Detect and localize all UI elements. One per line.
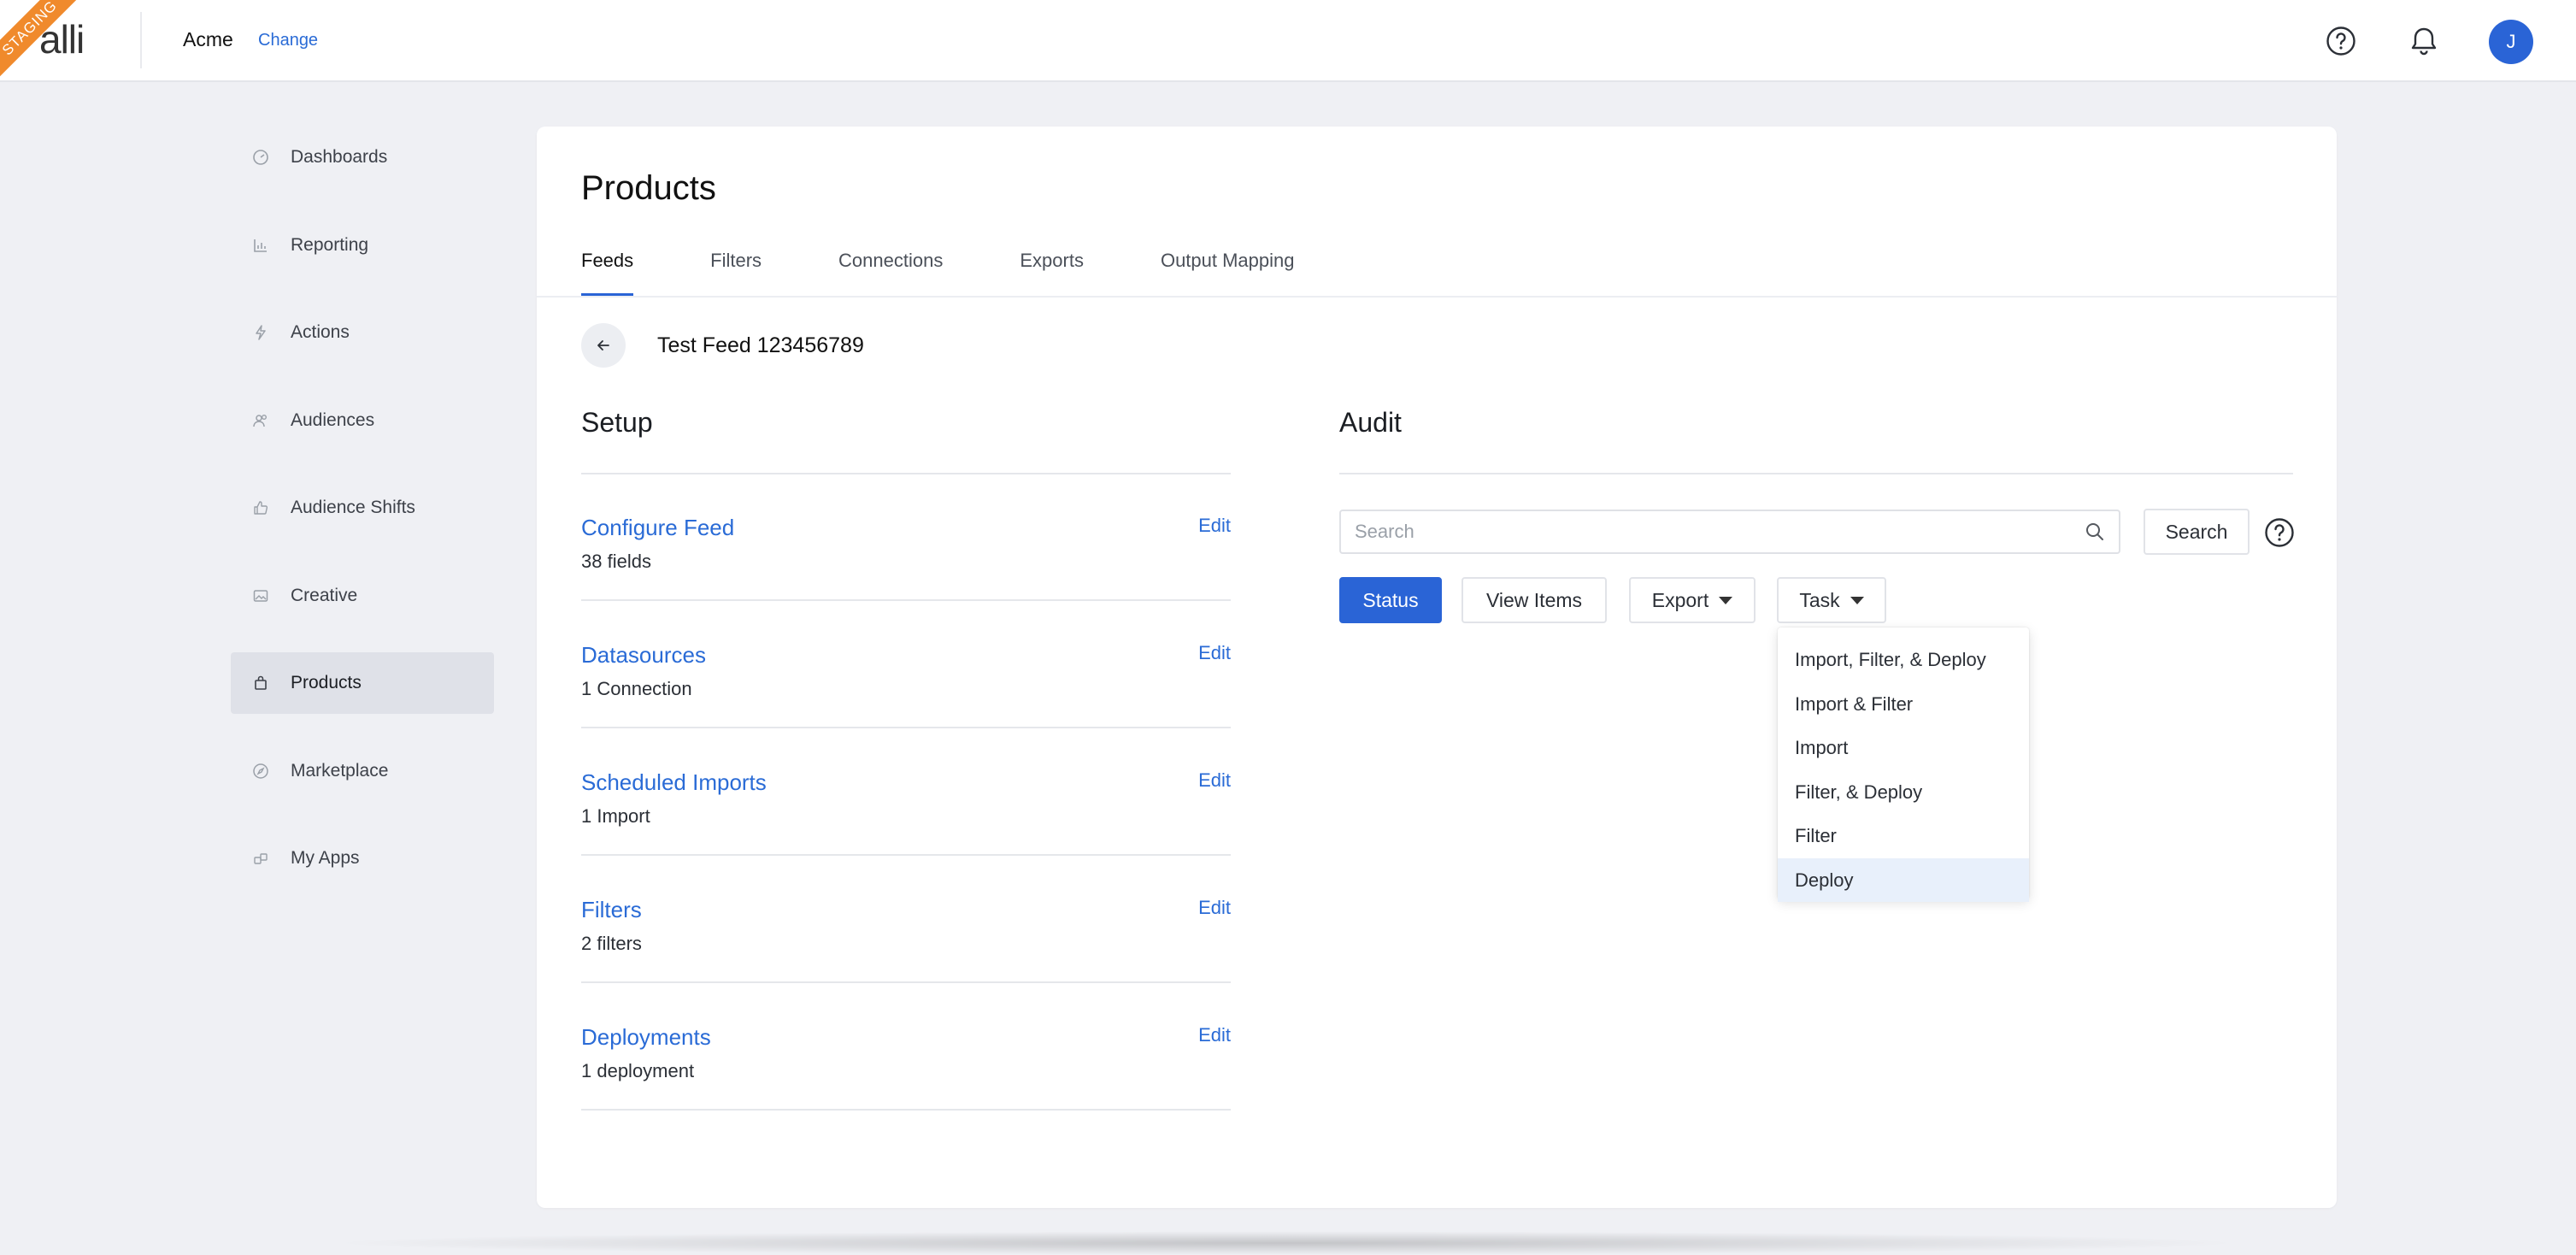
deployments-link[interactable]: Deployments xyxy=(581,1024,711,1051)
status-button[interactable]: Status xyxy=(1339,577,1442,623)
products-card: Products Feeds Filters Connections Expor… xyxy=(537,127,2337,1208)
export-button-label: Export xyxy=(1651,588,1709,611)
sidebar-item-label: Creative xyxy=(291,585,358,605)
task-menu-item-deploy[interactable]: Deploy xyxy=(1778,857,2029,902)
tab-filters[interactable]: Filters xyxy=(710,250,762,294)
task-dropdown-button[interactable]: Task xyxy=(1777,577,1886,623)
caret-down-icon xyxy=(1719,596,1733,604)
configure-feed-link[interactable]: Configure Feed xyxy=(581,515,734,541)
feed-name: Test Feed 123456789 xyxy=(657,333,864,357)
help-icon[interactable] xyxy=(2324,24,2358,58)
sidebar-item-marketplace[interactable]: Marketplace xyxy=(231,740,494,802)
scheduled-imports-link[interactable]: Scheduled Imports xyxy=(581,769,767,796)
task-menu-item[interactable]: Filter, & Deploy xyxy=(1778,770,2029,815)
sidebar-item-label: Actions xyxy=(291,322,350,342)
task-menu-item[interactable]: Import, Filter, & Deploy xyxy=(1778,638,2029,682)
filters-link[interactable]: Filters xyxy=(581,897,642,923)
sidebar-item-audiences[interactable]: Audiences xyxy=(231,390,494,451)
people-icon xyxy=(251,411,270,430)
setup-heading: Setup xyxy=(581,407,653,438)
datasources-summary: 1 Connection xyxy=(581,678,692,699)
tabs-divider xyxy=(537,296,2337,298)
deployments-summary: 1 deployment xyxy=(581,1060,695,1081)
setup-item-scheduled-imports: Scheduled Imports 1 Import Edit xyxy=(581,728,1231,856)
tab-connections[interactable]: Connections xyxy=(838,250,943,294)
view-items-button[interactable]: View Items xyxy=(1461,577,1607,623)
task-button-label: Task xyxy=(1799,588,1840,611)
scheduled-imports-edit-link[interactable]: Edit xyxy=(1198,769,1231,792)
sidebar-item-products[interactable]: Products xyxy=(231,652,494,714)
audit-heading: Audit xyxy=(1339,407,1402,438)
filters-summary: 2 filters xyxy=(581,933,642,954)
top-bar: STAGING alli Acme Change J xyxy=(0,0,2576,83)
bottom-shadow xyxy=(325,1231,2248,1255)
deployments-edit-link[interactable]: Edit xyxy=(1198,1024,1231,1046)
image-icon xyxy=(251,586,270,605)
sidebar-item-label: Audience Shifts xyxy=(291,498,415,517)
lightning-icon xyxy=(251,323,270,342)
audit-search-input[interactable] xyxy=(1355,511,2056,552)
task-menu-item[interactable]: Import xyxy=(1778,726,2029,770)
configure-feed-summary: 38 fields xyxy=(581,551,651,572)
task-menu-item[interactable]: Filter xyxy=(1778,814,2029,858)
dashboard-icon xyxy=(251,148,270,167)
apps-icon xyxy=(251,849,270,868)
sidebar: Dashboards Reporting Actions Audiences A… xyxy=(231,127,494,916)
datasources-link[interactable]: Datasources xyxy=(581,642,706,669)
audit-help-icon[interactable] xyxy=(2261,515,2297,551)
datasources-edit-link[interactable]: Edit xyxy=(1198,642,1231,664)
tab-output-mapping[interactable]: Output Mapping xyxy=(1161,250,1295,294)
page-title: Products xyxy=(581,169,716,207)
tab-exports[interactable]: Exports xyxy=(1020,250,1084,294)
alli-logo[interactable]: alli xyxy=(39,15,85,63)
task-menu-item[interactable]: Import & Filter xyxy=(1778,682,2029,727)
caret-down-icon xyxy=(1850,596,1864,604)
back-button[interactable] xyxy=(581,323,626,368)
shopping-bag-icon xyxy=(251,674,270,692)
filters-edit-link[interactable]: Edit xyxy=(1198,897,1231,919)
sidebar-item-reporting[interactable]: Reporting xyxy=(231,215,494,276)
org-name: Acme xyxy=(183,28,233,50)
sidebar-item-my-apps[interactable]: My Apps xyxy=(231,828,494,889)
audit-search-button[interactable]: Search xyxy=(2144,509,2250,555)
sidebar-item-audience-shifts[interactable]: Audience Shifts xyxy=(231,477,494,539)
sidebar-item-label: Reporting xyxy=(291,234,369,255)
setup-item-datasources: Datasources 1 Connection Edit xyxy=(581,601,1231,728)
user-avatar[interactable]: J xyxy=(2489,20,2533,64)
tab-feeds[interactable]: Feeds xyxy=(581,250,634,296)
bar-chart-icon xyxy=(251,236,270,255)
configure-feed-edit-link[interactable]: Edit xyxy=(1198,515,1231,537)
sidebar-item-dashboards[interactable]: Dashboards xyxy=(231,127,494,188)
sidebar-item-label: Dashboards xyxy=(291,147,388,167)
setup-item-filters: Filters 2 filters Edit xyxy=(581,856,1231,983)
compass-icon xyxy=(251,762,270,781)
scheduled-imports-summary: 1 Import xyxy=(581,805,650,827)
task-dropdown-menu: Import, Filter, & Deploy Import & Filter… xyxy=(1778,628,2029,902)
arrow-left-icon xyxy=(597,340,609,351)
sidebar-item-label: Audiences xyxy=(291,409,375,430)
sidebar-item-label: My Apps xyxy=(291,848,360,868)
setup-item-configure-feed: Configure Feed 38 fields Edit xyxy=(581,474,1231,601)
sidebar-item-label: Products xyxy=(291,673,362,692)
setup-item-deployments: Deployments 1 deployment Edit xyxy=(581,983,1231,1111)
sidebar-item-actions[interactable]: Actions xyxy=(231,302,494,363)
change-org-link[interactable]: Change xyxy=(258,31,318,50)
search-icon[interactable] xyxy=(2085,521,2105,542)
header-divider xyxy=(140,12,142,68)
tab-bar: Feeds Filters Connections Exports Output… xyxy=(581,250,1372,296)
audit-search-box xyxy=(1339,510,2120,554)
sidebar-item-label: Marketplace xyxy=(291,760,389,781)
notification-bell-icon[interactable] xyxy=(2407,24,2441,58)
sidebar-item-creative[interactable]: Creative xyxy=(231,565,494,627)
audit-divider xyxy=(1339,473,2293,474)
thumbs-up-icon xyxy=(251,498,270,517)
export-dropdown-button[interactable]: Export xyxy=(1629,577,1756,623)
